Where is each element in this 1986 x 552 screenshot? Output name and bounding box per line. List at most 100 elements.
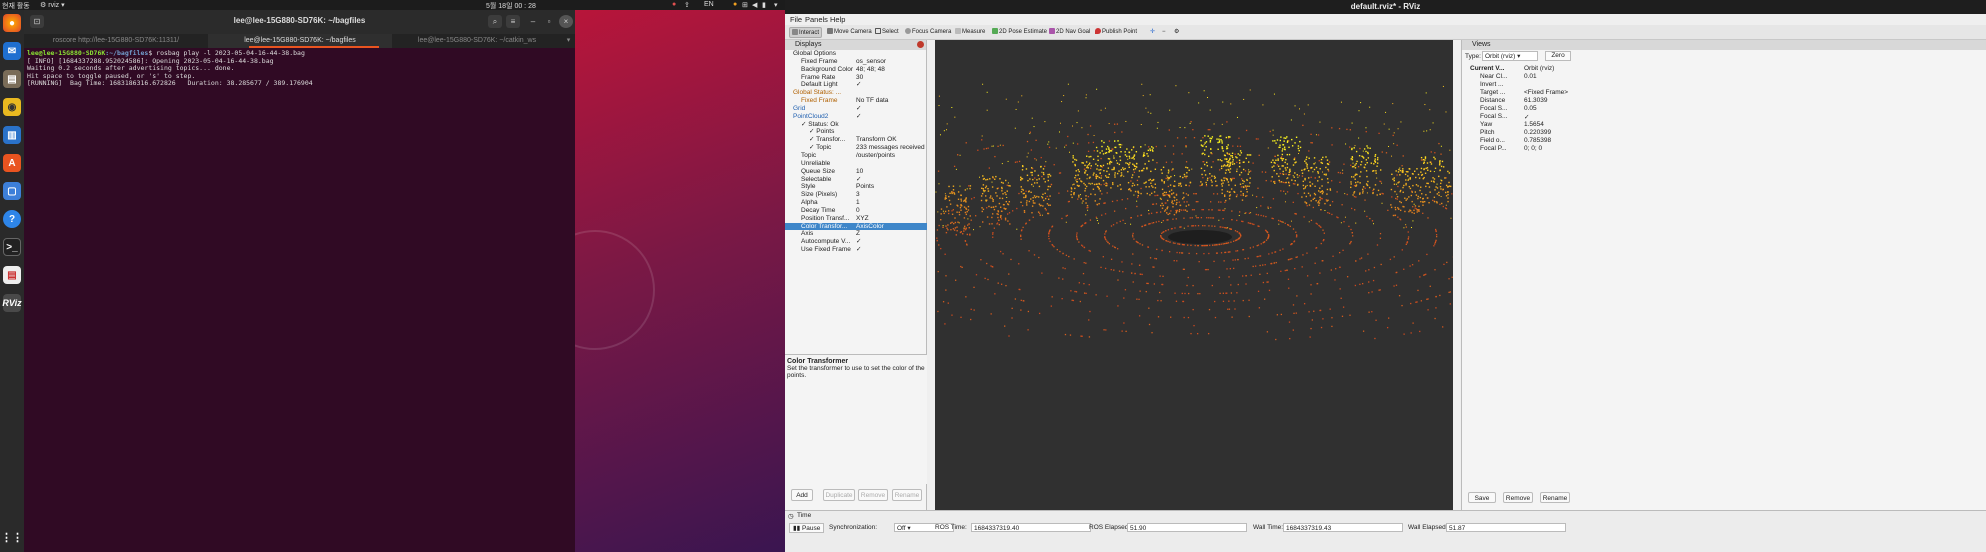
property-value[interactable]: ✓ — [856, 113, 926, 121]
rename-view-button[interactable]: Rename — [1540, 492, 1570, 503]
display-property-row[interactable]: Global Options — [785, 50, 927, 58]
help-icon[interactable]: ? — [3, 210, 21, 228]
view-property-value[interactable]: 0.785398 — [1524, 137, 1551, 144]
property-value[interactable]: /ouster/points — [856, 152, 926, 160]
app-menu[interactable]: ⚙ rviz ▾ — [40, 1, 65, 9]
close-icon[interactable]: × — [559, 15, 573, 28]
writer-icon[interactable]: ▥ — [3, 126, 21, 144]
display-property-row[interactable]: PointCloud2 ✓ — [785, 113, 927, 121]
tool-select[interactable]: Select — [873, 27, 901, 38]
view-property-value[interactable]: 0.01 — [1524, 73, 1537, 80]
display-property-row[interactable]: Default Light ✓ — [785, 81, 927, 89]
display-property-row[interactable]: Position Transf... XYZ — [785, 215, 927, 223]
display-property-row[interactable]: Use Fixed Frame ✓ — [785, 246, 927, 254]
display-property-row[interactable]: Axis Z — [785, 230, 927, 238]
display-property-row[interactable]: Fixed Frame No TF data — [785, 97, 927, 105]
tool-2d-pose-estimate[interactable]: 2D Pose Estimate — [990, 27, 1049, 38]
rviz-icon[interactable]: RViz — [2, 294, 22, 312]
duplicate-button[interactable]: Duplicate — [823, 489, 855, 501]
notification-icon[interactable]: ● — [733, 1, 737, 8]
property-value[interactable]: 3 — [856, 191, 926, 199]
close-icon[interactable] — [917, 41, 924, 48]
view-property-value[interactable]: 61.3039 — [1524, 97, 1548, 104]
display-property-row[interactable]: Queue Size 10 — [785, 168, 927, 176]
show-apps-icon[interactable]: ⋮⋮ — [1, 528, 23, 546]
document-viewer-icon[interactable]: ▤ — [3, 266, 21, 284]
property-value[interactable]: Transform OK — [856, 136, 926, 144]
update-icon[interactable]: ⇪ — [684, 1, 690, 9]
property-value[interactable]: 0 — [856, 207, 926, 215]
maximize-icon[interactable]: ▫ — [542, 15, 556, 28]
view-property-value[interactable]: Orbit (rviz) — [1524, 65, 1554, 72]
property-value[interactable]: ✓ — [856, 246, 926, 254]
render-viewport[interactable] — [935, 40, 1453, 510]
display-property-row[interactable]: Unreliable — [785, 160, 927, 168]
property-value[interactable]: 1 — [856, 199, 926, 207]
minimize-icon[interactable]: – — [526, 15, 540, 28]
menu-file[interactable]: File — [790, 15, 802, 24]
property-value[interactable]: 233 messages received — [856, 144, 926, 152]
display-property-row[interactable]: Size (Pixels) 3 — [785, 191, 927, 199]
display-property-row[interactable]: ✓ Points — [785, 128, 927, 136]
rhythmbox-icon[interactable]: ◉ — [3, 98, 21, 116]
ros-elapsed-field[interactable]: 51.90 — [1127, 523, 1247, 532]
view-property-value[interactable]: 0.05 — [1524, 105, 1537, 112]
save-view-button[interactable]: Save — [1468, 492, 1496, 503]
tool-focus-camera[interactable]: Focus Camera — [903, 27, 953, 38]
terminal-icon[interactable]: >_ — [3, 238, 21, 256]
zero-button[interactable]: Zero — [1545, 51, 1571, 61]
wall-elapsed-field[interactable]: 51.87 — [1446, 523, 1566, 532]
tool-publish-point[interactable]: Publish Point — [1093, 27, 1139, 38]
display-property-row[interactable]: Autocompute V... ✓ — [785, 238, 927, 246]
app-icon[interactable]: ▢ — [3, 182, 21, 200]
view-property-value[interactable]: 1.5654 — [1524, 121, 1544, 128]
property-value[interactable]: os_sensor — [856, 58, 926, 66]
property-value[interactable]: ✓ — [856, 176, 926, 184]
property-value[interactable]: No TF data — [856, 97, 926, 105]
menu-icon[interactable]: ≡ — [506, 15, 520, 28]
type-select[interactable]: Orbit (rviz) ▾ — [1482, 51, 1538, 61]
display-property-row[interactable]: Background Color 48; 48; 48 — [785, 66, 927, 74]
volume-icon[interactable]: ◀ — [752, 1, 757, 9]
tool-2d-nav-goal[interactable]: 2D Nav Goal — [1047, 27, 1092, 38]
files-icon[interactable]: ▤ — [3, 70, 21, 88]
rename-button[interactable]: Rename — [892, 489, 922, 501]
tool-move-camera[interactable]: Move Camera — [825, 27, 874, 38]
display-property-row[interactable]: ✓ Topic 233 messages received — [785, 144, 927, 152]
display-property-row[interactable]: Fixed Frame os_sensor — [785, 58, 927, 66]
remove-tool-icon[interactable]: − — [1160, 27, 1168, 38]
display-property-row[interactable]: Grid ✓ — [785, 105, 927, 113]
property-value[interactable]: 48; 48; 48 — [856, 66, 926, 74]
view-property-value[interactable]: <Fixed Frame> — [1524, 89, 1568, 96]
tab-catkin-ws[interactable]: lee@lee-15G880-SD76K: ~/catkin_ws — [392, 34, 562, 48]
display-property-row[interactable]: Frame Rate 30 — [785, 74, 927, 82]
property-value[interactable]: 30 — [856, 74, 926, 82]
menu-help[interactable]: Help — [830, 15, 845, 24]
ros-time-field[interactable]: 1684337319.40 — [971, 523, 1091, 532]
search-icon[interactable]: ⌕ — [488, 15, 502, 28]
terminal-output[interactable]: lee@lee-15G880-SD76K:~/bagfiles$ rosbag … — [27, 49, 572, 88]
display-property-row[interactable]: ✓ Status: Ok — [785, 121, 927, 129]
display-property-row[interactable]: Color Transfor... AxisColor — [785, 222, 927, 231]
display-property-row[interactable]: Topic/ouster/points — [785, 152, 927, 160]
add-tool-icon[interactable]: ✛ — [1148, 27, 1157, 38]
view-property-value[interactable]: 0; 0; 0 — [1524, 145, 1542, 152]
wall-time-field[interactable]: 1684337319.43 — [1283, 523, 1403, 532]
property-value[interactable]: ✓ — [856, 81, 926, 89]
tab-roscore[interactable]: roscore http://lee-15G880-SD76K:11311/ — [24, 34, 208, 48]
display-property-row[interactable]: Global Status: ... — [785, 89, 927, 97]
software-icon[interactable]: A — [3, 154, 21, 172]
menu-panels[interactable]: Panels — [805, 15, 828, 24]
system-menu-icon[interactable]: ▾ — [774, 1, 778, 9]
add-button[interactable]: Add — [791, 489, 813, 501]
tabs-dropdown-icon[interactable]: ▾ — [562, 34, 575, 48]
display-property-row[interactable]: Selectable ✓ — [785, 176, 927, 184]
display-property-row[interactable]: ✓ Transfor... Transform OK — [785, 136, 927, 144]
view-property-value[interactable]: ✓ — [1524, 113, 1529, 121]
tool-interact[interactable]: Interact — [789, 27, 823, 38]
network-icon[interactable]: ⊞ — [742, 1, 748, 9]
thunderbird-icon[interactable]: ✉ — [3, 42, 21, 60]
property-value[interactable]: AxisColor — [856, 223, 926, 231]
display-property-row[interactable]: Decay Time 0 — [785, 207, 927, 215]
property-value[interactable]: ✓ — [856, 238, 926, 246]
